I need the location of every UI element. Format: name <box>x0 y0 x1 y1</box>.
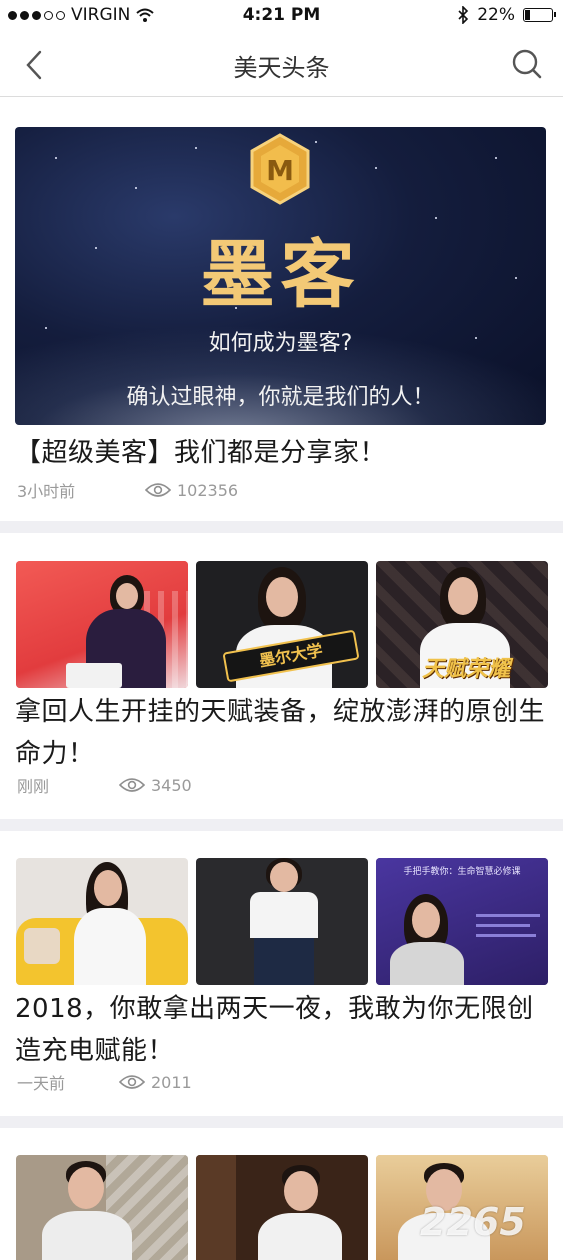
article-time: 刚刚 <box>17 777 50 796</box>
banner-subtitle: 如何成为墨客? <box>208 331 353 356</box>
view-count: 102356 <box>145 481 238 500</box>
moke-logo: M <box>250 133 310 205</box>
banner-title: 墨客 <box>200 232 361 318</box>
article-headline[interactable]: 【超级美客】我们都是分享家！ <box>15 432 548 474</box>
nav-bar: 美天头条 <box>0 32 563 97</box>
article-meta: 刚刚 3450 <box>17 773 192 797</box>
view-count: 2011 <box>119 1073 192 1092</box>
article-meta: 3小时前 102356 <box>17 478 238 502</box>
view-count-value: 102356 <box>177 480 239 500</box>
article-headline[interactable]: 2018，你敢拿出两天一夜，我敢为你无限创造充电赋能！ <box>15 988 548 1072</box>
article-thumbnail[interactable] <box>16 858 188 985</box>
eye-icon <box>119 778 145 792</box>
thumbnail-caption: 天赋荣耀 <box>421 657 510 682</box>
article-banner[interactable]: M 墨客 如何成为墨客? 确认过眼神，你就是我们的人！ <box>15 127 546 425</box>
battery-icon <box>523 8 556 22</box>
bluetooth-icon <box>458 6 469 24</box>
article-thumbnail[interactable]: 手把手教你：生命智慧必修课 <box>376 858 548 985</box>
article-thumbnail[interactable] <box>16 561 188 688</box>
article-thumbnail[interactable] <box>196 858 368 985</box>
article-thumbnail[interactable] <box>196 1155 368 1260</box>
section-divider <box>0 819 563 831</box>
status-right: 22% <box>457 5 556 25</box>
view-count-value: 3450 <box>151 775 192 795</box>
article-thumbnail[interactable] <box>16 1155 188 1260</box>
watermark: 2265 <box>420 1200 526 1244</box>
article-time: 3小时前 <box>17 482 76 501</box>
article-time: 一天前 <box>17 1074 66 1093</box>
banner-slogan: 确认过眼神，你就是我们的人！ <box>126 385 435 410</box>
eye-icon <box>119 1075 145 1089</box>
article-meta: 一天前 2011 <box>17 1070 192 1094</box>
battery-level <box>525 10 530 20</box>
eye-icon <box>145 483 171 497</box>
article-thumbnail[interactable]: 天赋荣耀 <box>376 561 548 688</box>
battery-percent: 22% <box>477 5 515 25</box>
page-title: 美天头条 <box>233 54 330 82</box>
search-icon <box>512 49 542 79</box>
article-headline[interactable]: 拿回人生开挂的天赋装备，绽放澎湃的原创生命力！ <box>15 691 548 775</box>
svg-text:M: M <box>266 154 294 187</box>
section-divider <box>0 521 563 533</box>
status-bar: VIRGIN 4:21 PM 22% <box>0 0 563 32</box>
search-button[interactable] <box>509 46 545 82</box>
article-thumbnail[interactable]: 墨尔大学 <box>196 561 368 688</box>
thumbnail-caption: 手把手教你：生命智慧必修课 <box>403 867 521 877</box>
view-count: 3450 <box>119 776 192 795</box>
view-count-value: 2011 <box>151 1072 192 1092</box>
section-divider <box>0 1116 563 1128</box>
